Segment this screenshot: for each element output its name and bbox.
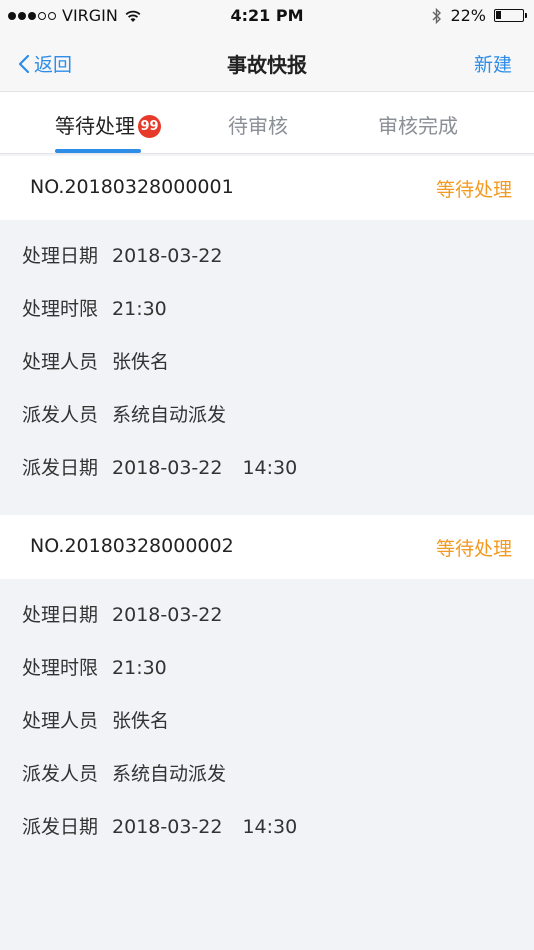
count-badge: 99 — [138, 115, 161, 138]
field-dispatcher: 派发人员 系统自动派发 — [22, 404, 227, 426]
tab-bar: 等待处理 99 待审核 审核完成 — [0, 92, 534, 154]
bluetooth-icon — [432, 7, 442, 24]
order-status: 等待处理 — [435, 538, 512, 560]
field-handler: 处理人员 张佚名 — [22, 710, 170, 732]
field-dispatch-date: 派发日期 2018-03-22 14:30 — [22, 816, 298, 838]
order-number: NO.20180328000001 — [30, 176, 234, 198]
field-process-date: 处理日期 2018-03-22 — [22, 604, 223, 626]
nav-bar: 返回 事故快报 新建 — [0, 32, 534, 92]
order-header[interactable]: NO.20180328000001 等待处理 — [0, 156, 534, 220]
screen: VIRGIN 4:21 PM 22% 返回 事故快报 新建 等待处理 99 待审… — [0, 0, 534, 950]
order-number: NO.20180328000002 — [30, 535, 234, 557]
order-header[interactable]: NO.20180328000002 等待处理 — [0, 515, 534, 579]
status-right: 22% — [432, 6, 527, 25]
battery-icon — [494, 9, 527, 22]
field-dispatch-date: 派发日期 2018-03-22 14:30 — [22, 457, 298, 479]
field-time-limit: 处理时限 21:30 — [22, 298, 167, 320]
active-tab-indicator — [55, 149, 141, 153]
new-button[interactable]: 新建 — [474, 50, 512, 77]
field-dispatcher: 派发人员 系统自动派发 — [22, 763, 227, 785]
battery-percent: 22% — [450, 6, 486, 25]
status-bar: VIRGIN 4:21 PM 22% — [0, 0, 534, 32]
tab-pending[interactable]: 等待处理 99 — [55, 110, 161, 139]
tab-pending-label: 等待处理 — [55, 114, 135, 138]
tab-review[interactable]: 待审核 — [228, 110, 288, 139]
order-status: 等待处理 — [435, 179, 512, 201]
field-handler: 处理人员 张佚名 — [22, 351, 170, 373]
field-process-date: 处理日期 2018-03-22 — [22, 245, 223, 267]
field-time-limit: 处理时限 21:30 — [22, 657, 167, 679]
tab-completed[interactable]: 审核完成 — [378, 110, 458, 139]
page-title: 事故快报 — [227, 53, 307, 77]
